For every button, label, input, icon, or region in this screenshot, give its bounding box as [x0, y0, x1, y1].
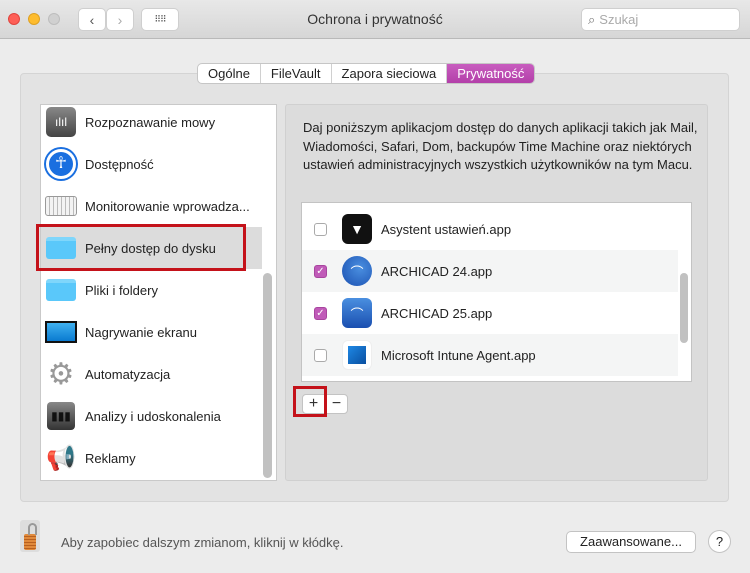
app-name: Asystent ustawień.app: [381, 221, 512, 237]
tab-privacy[interactable]: Prywatność: [447, 64, 535, 83]
app-row[interactable]: ▼ Asystent ustawień.app: [302, 208, 678, 250]
sidebar-item-label: Automatyzacja: [85, 366, 171, 382]
app-checkbox[interactable]: [314, 222, 327, 236]
app-list: ▼ Asystent ustawień.app ✓ ⌒ ARCHICAD 24.app…: [301, 202, 692, 382]
tab-filevault[interactable]: FileVault: [261, 64, 332, 83]
highlight-box: [293, 386, 327, 417]
folder-icon: [45, 274, 77, 306]
intune-icon: [342, 340, 372, 370]
privacy-category-list: ılıl Rozpoznawanie mowy ☥ Dostępność Monit…: [40, 104, 277, 481]
sidebar-item-label: Dostępność: [85, 156, 154, 172]
search-icon: ⌕: [588, 11, 596, 27]
advanced-button[interactable]: Zaawansowane...: [566, 531, 696, 553]
app-list-scrollbar[interactable]: [680, 273, 688, 343]
help-button[interactable]: ?: [708, 530, 731, 553]
sidebar-item-label: Nagrywanie ekranu: [85, 324, 198, 340]
remove-app-button[interactable]: −: [325, 394, 348, 414]
setup-assistant-icon: ▼: [342, 214, 372, 244]
tab-firewall[interactable]: Zapora sieciowa: [332, 64, 448, 83]
tab-bar: Ogólne FileVault Zapora sieciowa Prywatn…: [197, 63, 536, 84]
sidebar-item-label: Monitorowanie wprowadza...: [85, 198, 250, 214]
sidebar-item-accessibility[interactable]: ☥ Dostępność: [41, 143, 262, 185]
sidebar-item-automation[interactable]: ⚙ Automatyzacja: [41, 353, 262, 395]
archicad-icon: ⌒: [342, 298, 372, 328]
app-name: ARCHICAD 24.app: [381, 263, 493, 279]
keyboard-icon: [45, 190, 77, 222]
waveform-icon: ılıl: [45, 106, 77, 138]
app-row[interactable]: ✓ ⌒ ARCHICAD 24.app: [302, 250, 678, 292]
description-text: Daj poniższym aplikacjom dostęp do danyc…: [303, 120, 698, 172]
sidebar-item-screen-recording[interactable]: Nagrywanie ekranu: [41, 311, 262, 353]
app-row[interactable]: Microsoft Intune Agent.app: [302, 334, 678, 376]
sidebar-item-files-folders[interactable]: Pliki i foldery: [41, 269, 262, 311]
app-checkbox[interactable]: [314, 348, 327, 362]
sidebar-item-label: Pliki i foldery: [85, 282, 158, 298]
title-bar: ‹ › ⠿⠿ Ochrona i prywatność ⌕ Szukaj: [0, 0, 750, 39]
sidebar-item-speech[interactable]: ılıl Rozpoznawanie mowy: [41, 105, 262, 143]
accessibility-icon: ☥: [45, 148, 77, 180]
unlocked-padlock-icon: [24, 534, 36, 550]
sidebar-item-label: Rozpoznawanie mowy: [85, 114, 216, 130]
megaphone-icon: 📢: [46, 444, 76, 472]
gear-icon: ⚙: [47, 357, 75, 391]
app-name: ARCHICAD 25.app: [381, 305, 493, 321]
sidebar-scrollbar[interactable]: [263, 273, 272, 478]
app-row[interactable]: ✓ ⌒ ARCHICAD 25.app: [302, 292, 678, 334]
search-input[interactable]: ⌕ Szukaj: [581, 8, 740, 31]
sidebar-item-ads[interactable]: 📢 Reklamy: [41, 437, 262, 479]
lock-hint-text: Aby zapobiec dalszym zmianom, kliknij w …: [61, 535, 344, 550]
sidebar-item-analytics[interactable]: ▮▮▮ Analizy i udoskonalenia: [41, 395, 262, 437]
search-placeholder: Szukaj: [599, 12, 639, 27]
lock-button[interactable]: [20, 520, 40, 552]
sidebar-item-label: Analizy i udoskonalenia: [85, 408, 221, 424]
highlight-box: [36, 224, 246, 271]
tab-general[interactable]: Ogólne: [198, 64, 261, 83]
app-name: Microsoft Intune Agent.app: [381, 347, 536, 363]
detail-panel: Daj poniższym aplikacjom dostęp do danyc…: [285, 104, 708, 481]
sidebar-item-label: Reklamy: [85, 450, 136, 466]
chart-icon: ▮▮▮: [45, 400, 77, 432]
sidebar-item-input-monitoring[interactable]: Monitorowanie wprowadza...: [41, 185, 262, 227]
app-checkbox[interactable]: ✓: [314, 264, 327, 278]
archicad-icon: ⌒: [342, 256, 372, 286]
app-checkbox[interactable]: ✓: [314, 306, 327, 320]
display-icon: [45, 316, 77, 348]
